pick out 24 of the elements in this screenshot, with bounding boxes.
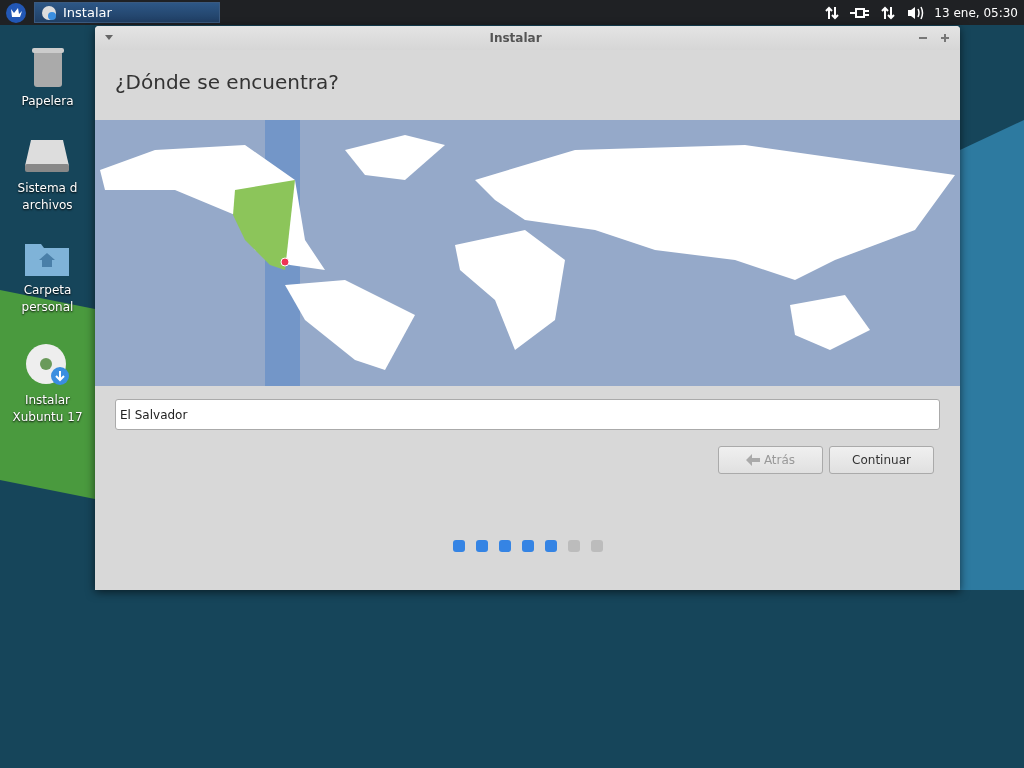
- icon-label[interactable]: Xubuntu 17: [12, 409, 83, 426]
- network-icon[interactable]: [880, 4, 897, 21]
- taskbar-button[interactable]: Instalar: [34, 2, 220, 23]
- icon-label[interactable]: personal: [21, 299, 74, 316]
- network-icon[interactable]: [824, 4, 841, 21]
- disc-icon: [23, 342, 72, 388]
- volume-icon[interactable]: [906, 4, 925, 21]
- page-heading: ¿Dónde se encuentra?: [114, 69, 340, 96]
- window-title: Instalar: [488, 31, 543, 45]
- window-menu-icon[interactable]: [105, 35, 113, 41]
- location-field[interactable]: El Salvador: [115, 399, 940, 430]
- trash-icon: [29, 45, 66, 89]
- icon-label[interactable]: Instalar: [12, 392, 83, 409]
- icon-label[interactable]: archivos: [17, 197, 78, 214]
- icon-label[interactable]: Carpeta: [21, 282, 74, 299]
- clock[interactable]: 13 ene, 05:30: [934, 5, 1018, 20]
- icon-label[interactable]: Papelera: [21, 93, 74, 110]
- arrow-left-icon: [745, 454, 760, 466]
- disc-icon: [41, 4, 57, 21]
- menu-logo-icon[interactable]: [6, 2, 26, 23]
- icon-label[interactable]: Sistema d: [17, 180, 78, 197]
- maximize-icon[interactable]: [940, 33, 950, 43]
- continue-button[interactable]: Continuar: [829, 446, 934, 474]
- power-plug-icon[interactable]: [850, 5, 871, 20]
